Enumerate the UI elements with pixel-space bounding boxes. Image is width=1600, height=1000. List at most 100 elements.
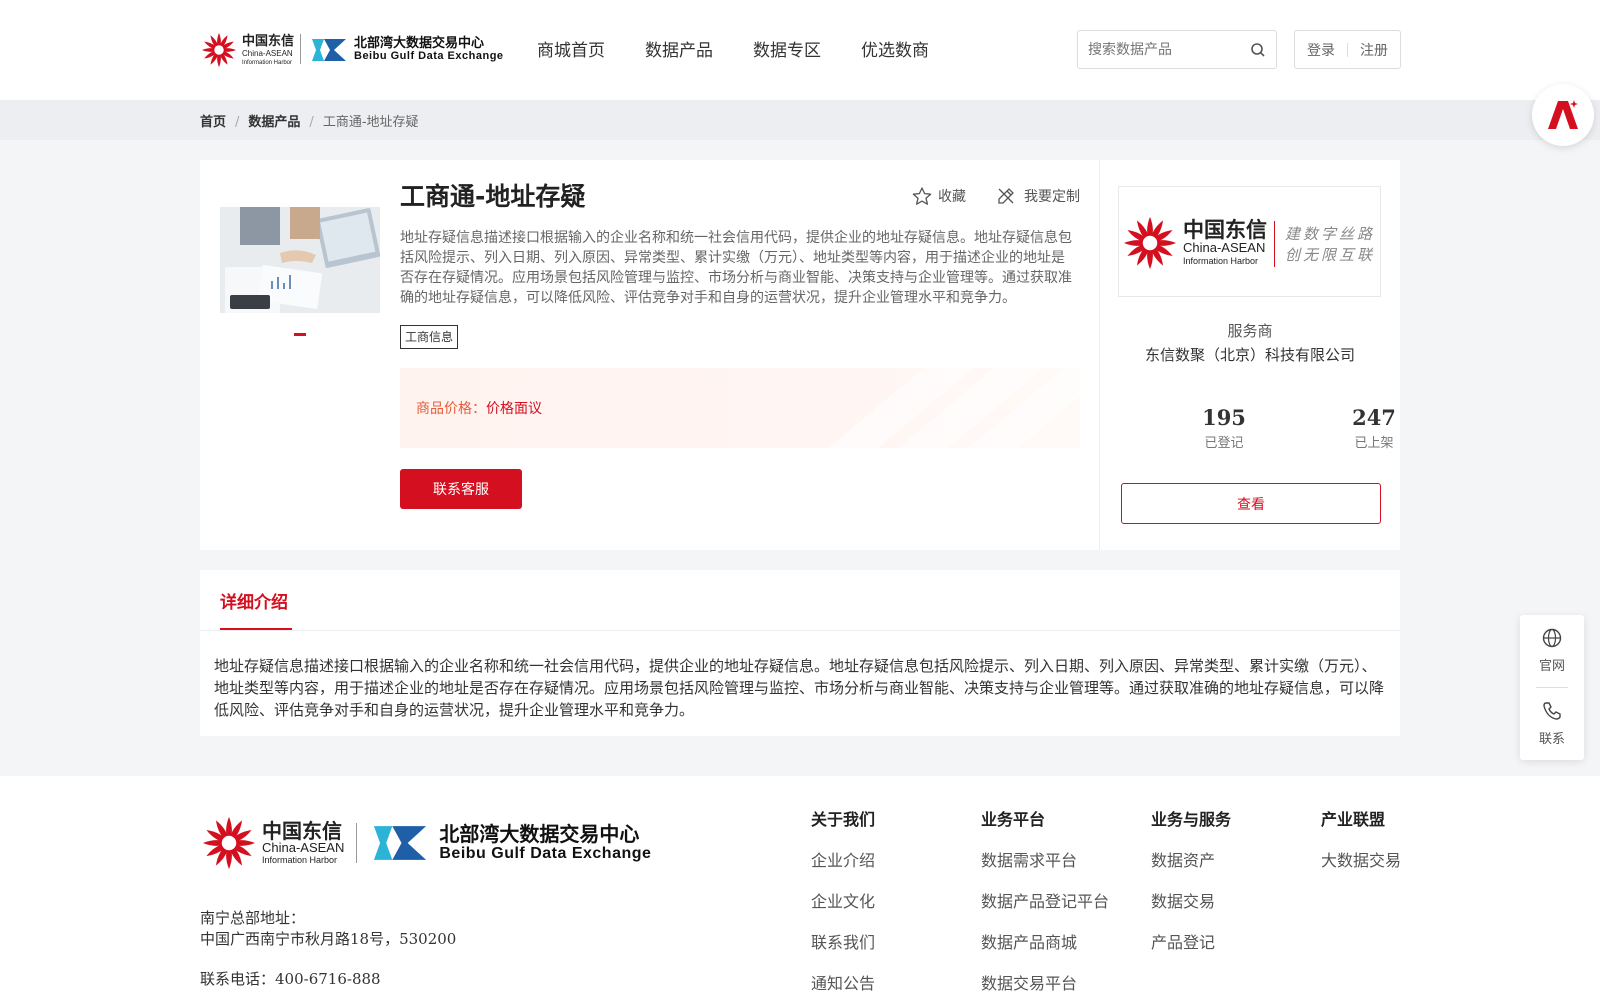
register-link[interactable]: 注册 bbox=[1360, 40, 1388, 60]
ai-assistant-button[interactable] bbox=[1532, 84, 1594, 146]
contact-service-button[interactable]: 联系客服 bbox=[400, 469, 522, 509]
logo-en: China-ASEAN bbox=[242, 48, 293, 58]
auth-divider bbox=[1347, 42, 1348, 57]
listed-label: 已上架 bbox=[1354, 436, 1394, 451]
listed-count: 247 bbox=[1352, 405, 1396, 430]
customize-button[interactable]: 我要定制 bbox=[996, 186, 1080, 206]
provider-logo-mark: 中国东信 China-ASEAN Information Harbor bbox=[1121, 214, 1267, 272]
footer-bb-cn: 北部湾大数据交易中心 bbox=[439, 822, 640, 846]
provider-slogan-1: 建数字丝路 bbox=[1285, 225, 1376, 243]
provider-logo[interactable]: 中国东信 China-ASEAN Information Harbor 建数字丝… bbox=[1118, 186, 1381, 297]
globe-icon bbox=[1542, 628, 1562, 648]
favorite-label: 收藏 bbox=[938, 189, 966, 205]
carousel-indicator[interactable] bbox=[294, 333, 306, 336]
product-title: 工商通-地址存疑 bbox=[400, 182, 586, 211]
footer-bb-en: Beibu Gulf Data Exchange bbox=[439, 845, 652, 862]
footer-link[interactable]: 数据产品登记平台 bbox=[981, 888, 1109, 912]
nav-mall-home[interactable]: 商城首页 bbox=[537, 36, 605, 61]
site-header: 中国东信 China-ASEAN Information Harbor 北部湾大… bbox=[0, 0, 1600, 100]
footer-link[interactable]: 通知公告 bbox=[811, 970, 875, 994]
tab-detail[interactable]: 详细介绍 bbox=[220, 588, 288, 613]
product-image[interactable] bbox=[220, 207, 380, 313]
footer-link[interactable]: 大数据交易 bbox=[1321, 847, 1401, 871]
registered-count: 195 bbox=[1202, 405, 1246, 430]
footer-link[interactable]: 企业文化 bbox=[811, 888, 875, 912]
product-card: 工商通-地址存疑 收藏 我要定制 地址存疑信息描述接口根据输入的企业名称和统一社… bbox=[200, 160, 1400, 550]
footer-logo: 中国东信 China-ASEAN Information Harbor 北部湾大… bbox=[200, 814, 651, 872]
price-label: 商品价格： bbox=[416, 401, 486, 417]
category-tag: 工商信息 bbox=[400, 325, 459, 349]
footer-col-services: 业务与服务 数据资产 数据交易 产品登记 bbox=[1151, 806, 1231, 953]
footer-link[interactable]: 产品登记 bbox=[1151, 929, 1231, 953]
customize-label: 我要定制 bbox=[1024, 189, 1080, 205]
footer-logo-en: China-ASEAN bbox=[262, 839, 345, 855]
breadcrumb-bar: 首页 / 数据产品 / 工商通-地址存疑 bbox=[0, 100, 1600, 140]
china-asean-emblem-icon bbox=[201, 32, 237, 68]
product-description: 地址存疑信息描述接口根据输入的企业名称和统一社会信用代码，提供企业的地址存疑信息… bbox=[400, 230, 1072, 306]
footer-link[interactable]: 数据交易平台 bbox=[981, 970, 1109, 994]
search-icon[interactable] bbox=[1250, 42, 1266, 58]
logo-cn: 中国东信 bbox=[242, 33, 295, 49]
bdx-emblem-icon bbox=[312, 39, 346, 61]
provider-name[interactable]: 东信数聚（北京）科技有限公司 bbox=[1100, 344, 1400, 365]
registered-label: 已登记 bbox=[1204, 436, 1244, 451]
address-value: 中国广西南宁市秋月路18号，530200 bbox=[200, 930, 457, 948]
logo-en-sub: Information Harbor bbox=[242, 59, 293, 66]
phone-icon bbox=[1543, 702, 1561, 720]
footer-logo-en-sub: Information Harbor bbox=[262, 855, 338, 866]
footer-link[interactable]: 数据资产 bbox=[1151, 847, 1231, 871]
china-asean-emblem-icon bbox=[202, 816, 256, 870]
price-value: 价格面议 bbox=[486, 401, 542, 417]
footer-col-about: 关于我们 企业介绍 企业文化 联系我们 通知公告 bbox=[811, 806, 875, 994]
footer-col-title: 业务与服务 bbox=[1151, 810, 1232, 829]
footer-address: 南宁总部地址： 中国广西南宁市秋月路18号，530200 bbox=[200, 908, 456, 950]
breadcrumb-home[interactable]: 首页 bbox=[200, 115, 226, 130]
favorite-button[interactable]: 收藏 bbox=[912, 186, 966, 206]
provider-logo-cn: 中国东信 bbox=[1183, 218, 1267, 243]
nav-preferred-merchants[interactable]: 优选数商 bbox=[861, 36, 929, 61]
logo-divider bbox=[300, 34, 301, 64]
footer-link[interactable]: 联系我们 bbox=[811, 929, 875, 953]
login-link[interactable]: 登录 bbox=[1307, 40, 1335, 60]
provider-title: 服务商 bbox=[1227, 322, 1273, 340]
tab-divider bbox=[200, 630, 1400, 631]
main-nav: 商城首页 数据产品 数据专区 优选数商 bbox=[537, 36, 969, 61]
nav-data-products[interactable]: 数据产品 bbox=[645, 36, 713, 61]
search-input[interactable] bbox=[1088, 39, 1248, 61]
provider-slogan-2: 创无限互联 bbox=[1285, 246, 1376, 264]
footer-link[interactable]: 数据交易 bbox=[1151, 888, 1231, 912]
price-line: 商品价格：价格面议 bbox=[416, 398, 542, 418]
breadcrumb-separator: / bbox=[309, 115, 314, 130]
ai-assistant-icon bbox=[1548, 100, 1578, 129]
search-box bbox=[1077, 30, 1277, 69]
sidebar-divider bbox=[1536, 687, 1568, 688]
view-provider-button[interactable]: 查看 bbox=[1121, 483, 1381, 524]
nav-data-zone[interactable]: 数据专区 bbox=[753, 36, 821, 61]
footer-link[interactable]: 企业介绍 bbox=[811, 847, 875, 871]
footer-col-platform: 业务平台 数据需求平台 数据产品登记平台 数据产品商城 数据交易平台 bbox=[981, 806, 1109, 994]
footer-link[interactable]: 数据需求平台 bbox=[981, 847, 1109, 871]
floating-sidebar: 官网 联系 bbox=[1520, 615, 1584, 760]
breadcrumb-category[interactable]: 数据产品 bbox=[248, 115, 300, 130]
china-asean-emblem-icon bbox=[1123, 216, 1177, 270]
website-label: 官网 bbox=[1538, 659, 1565, 674]
business-meeting-illustration bbox=[220, 207, 380, 313]
price-panel: 商品价格：价格面议 bbox=[400, 368, 1080, 448]
star-icon bbox=[912, 186, 932, 205]
beibu-gulf-logo[interactable]: 北部湾大数据交易中心 Beibu Gulf Data Exchange bbox=[310, 32, 504, 68]
address-label: 南宁总部地址： bbox=[200, 909, 306, 927]
customize-icon bbox=[998, 188, 1014, 204]
detail-text: 地址存疑信息描述接口根据输入的企业名称和统一社会信用代码，提供企业的地址存疑信息… bbox=[214, 657, 1385, 719]
contact-label: 联系 bbox=[1538, 732, 1565, 747]
footer-col-title: 产业联盟 bbox=[1321, 810, 1386, 829]
china-asean-logo[interactable]: 中国东信 China-ASEAN Information Harbor bbox=[200, 28, 296, 72]
bdx-emblem-icon bbox=[374, 826, 427, 860]
registered-stat: 195 已登记 bbox=[1174, 405, 1274, 451]
site-footer: 中国东信 China-ASEAN Information Harbor 北部湾大… bbox=[0, 776, 1600, 1000]
footer-col-title: 关于我们 bbox=[811, 810, 876, 829]
provider-logo-en-sub: Information Harbor bbox=[1183, 255, 1259, 266]
provider-logo-divider bbox=[1274, 221, 1275, 267]
footer-link[interactable]: 数据产品商城 bbox=[981, 929, 1109, 953]
provider-slogan: 建数字丝路 创无限互联 bbox=[1285, 224, 1375, 266]
auth-box: 登录 注册 bbox=[1294, 30, 1401, 69]
